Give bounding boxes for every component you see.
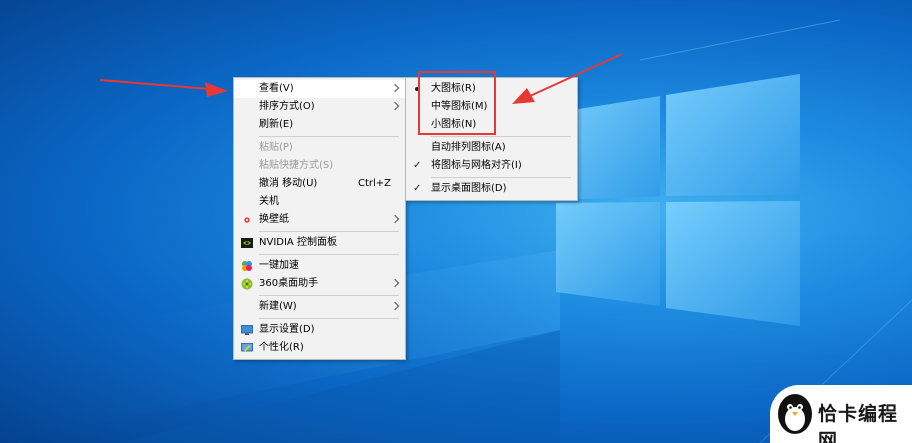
chevron-right-icon <box>390 214 400 224</box>
penguin-logo-icon <box>778 394 812 434</box>
menu-item-label: 新建(W) <box>259 301 297 312</box>
chevron-right-icon <box>390 101 400 111</box>
menu-item-label: 刷新(E) <box>259 119 294 130</box>
logo-pane-bottom-left <box>556 202 660 306</box>
menu-item-paste-shortcut[interactable]: 粘贴快捷方式(S) <box>234 157 405 175</box>
menu-item-label: 关机 <box>259 196 279 207</box>
menu-item-label: 显示设置(D) <box>259 324 315 335</box>
menu-item-label: 360桌面助手 <box>259 278 319 289</box>
watermark: 恰卡编程网 <box>770 385 912 443</box>
menu-separator <box>259 318 399 319</box>
wallpaper <box>0 19 912 443</box>
menu-item-undo-move[interactable]: 撤消 移动(U) Ctrl+Z <box>234 175 405 193</box>
menu-item-nvidia-control-panel[interactable]: NVIDIA 控制面板 <box>234 234 405 252</box>
menu-item-label: 换壁纸 <box>259 214 289 225</box>
menu-item-label: 显示桌面图标(D) <box>431 183 507 194</box>
logo-pane-bottom-right <box>666 201 800 326</box>
menu-item-paste[interactable]: 粘贴(P) <box>234 139 405 157</box>
submenu-item-align-to-grid[interactable]: ✓ 将图标与网格对齐(I) <box>406 157 577 175</box>
menu-item-label: 粘贴(P) <box>259 142 293 153</box>
menu-item-label: 撤消 移动(U) <box>259 178 318 189</box>
menu-item-new[interactable]: 新建(W) <box>234 298 405 316</box>
menu-separator <box>259 295 399 296</box>
watermark-text: 恰卡编程网 <box>818 403 899 443</box>
chevron-right-icon <box>390 278 400 288</box>
menu-item-view[interactable]: 查看(V) <box>234 80 405 98</box>
logo-pane-top-right <box>666 74 800 196</box>
display-settings-icon <box>241 325 253 335</box>
wallpaper-icon <box>242 216 252 224</box>
menu-item-label: 粘贴快捷方式(S) <box>259 160 334 171</box>
submenu-item-show-desktop-icons[interactable]: ✓ 显示桌面图标(D) <box>406 180 577 198</box>
submenu-item-auto-arrange[interactable]: 自动排列图标(A) <box>406 139 577 157</box>
menu-item-display-settings[interactable]: 显示设置(D) <box>234 321 405 339</box>
menu-item-refresh[interactable]: 刷新(E) <box>234 116 405 134</box>
menu-separator <box>259 136 399 137</box>
menu-separator <box>259 231 399 232</box>
menu-item-personalize[interactable]: 个性化(R) <box>234 339 405 357</box>
menu-item-change-wallpaper[interactable]: 换壁纸 <box>234 211 405 229</box>
menu-item-label: 自动排列图标(A) <box>431 142 506 153</box>
annotation-highlight-box <box>418 71 496 135</box>
checkmark-icon: ✓ <box>413 160 422 171</box>
menu-item-360-desktop-assistant[interactable]: 360桌面助手 <box>234 275 405 293</box>
chevron-right-icon <box>390 83 400 93</box>
nvidia-icon <box>241 238 253 248</box>
menu-item-label: 排序方式(O) <box>259 101 315 112</box>
menu-item-label: 个性化(R) <box>259 342 304 353</box>
menu-item-one-click-speedup[interactable]: 一键加速 <box>234 257 405 275</box>
menu-item-label: NVIDIA 控制面板 <box>259 237 337 248</box>
menu-item-sort-by[interactable]: 排序方式(O) <box>234 98 405 116</box>
menu-separator <box>431 136 571 137</box>
menu-item-shutdown[interactable]: 关机 <box>234 193 405 211</box>
desktop[interactable]: 查看(V) 排序方式(O) 刷新(E) 粘贴(P) 粘贴快捷方式(S) 撤消 移… <box>0 0 912 443</box>
menu-item-label: 将图标与网格对齐(I) <box>431 160 522 171</box>
menu-item-label: 一键加速 <box>259 260 299 271</box>
desktop-context-menu: 查看(V) 排序方式(O) 刷新(E) 粘贴(P) 粘贴快捷方式(S) 撤消 移… <box>233 77 406 360</box>
menu-separator <box>259 254 399 255</box>
menu-separator <box>431 177 571 178</box>
checkmark-icon: ✓ <box>413 183 422 194</box>
personalize-icon <box>241 343 253 352</box>
chevron-right-icon <box>390 301 400 311</box>
menu-item-label: 查看(V) <box>259 83 294 94</box>
menu-item-shortcut: Ctrl+Z <box>357 178 391 189</box>
speedup-icon <box>242 261 252 271</box>
360-desktop-icon <box>241 278 253 290</box>
